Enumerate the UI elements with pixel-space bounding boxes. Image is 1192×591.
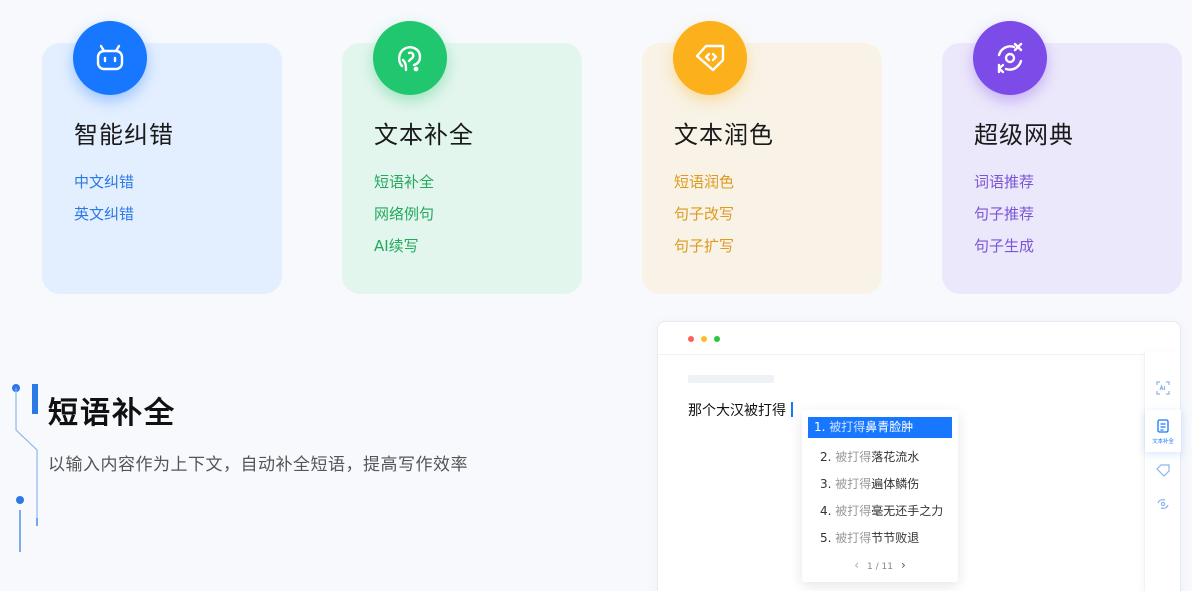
tool-label: 文本补全	[1152, 437, 1174, 445]
tool-rail: 文本补全	[1144, 352, 1181, 591]
tool-text-completion[interactable]: 文本补全	[1145, 410, 1181, 452]
feature-card-completion: 文本补全 短语补全 网络例句 AI续写	[342, 21, 582, 294]
card-title: 超级网典	[974, 121, 1074, 149]
suggestion-pager: ‹ 1 / 11 ›	[854, 558, 906, 572]
window-controls	[688, 336, 720, 342]
feature-card-polish: 文本润色 短语润色 句子改写 句子扩写	[642, 21, 882, 294]
suggestion-dropdown: 1. 被打得鼻青脸肿 2. 被打得落花流水 3. 被打得遍体鳞伤 4. 被打得毫…	[802, 410, 958, 582]
card-link-chinese-correction[interactable]: 中文纠错	[74, 166, 282, 198]
feature-card-dictionary: 超级网典 词语推荐 句子推荐 句子生成	[942, 21, 1182, 294]
demo-editor-window: 那个大汉被打得 1. 被打得鼻青脸肿 2. 被打得落花流水 3. 被打得遍体鳞伤…	[657, 321, 1181, 591]
card-title: 智能纠错	[74, 121, 174, 149]
window-close-dot	[688, 336, 694, 342]
divider	[658, 354, 1144, 355]
timeline-decoration	[12, 384, 38, 552]
transform-cycle-icon	[973, 21, 1047, 95]
document-icon	[1157, 418, 1169, 433]
card-link-web-examples[interactable]: 网络例句	[374, 198, 582, 230]
chevron-right-icon[interactable]: ›	[901, 558, 906, 572]
diamond-tag-icon	[673, 21, 747, 95]
scan-icon	[1156, 381, 1170, 395]
cycle-icon	[1157, 499, 1169, 509]
robot-face-icon	[73, 21, 147, 95]
window-maximize-dot	[714, 336, 720, 342]
card-link-phrase-polish[interactable]: 短语润色	[674, 166, 882, 198]
card-link-phrase-completion[interactable]: 短语补全	[374, 166, 582, 198]
card-title: 文本补全	[374, 121, 474, 149]
chevron-left-icon[interactable]: ‹	[854, 558, 859, 572]
tool-ai-scan[interactable]	[1145, 370, 1181, 406]
pager-current: 1	[867, 562, 873, 572]
tool-dictionary[interactable]	[1145, 486, 1181, 522]
suggestion-item[interactable]: 4. 被打得毫无还手之力	[808, 498, 952, 525]
diamond-icon	[1156, 464, 1170, 477]
speech-head-icon	[373, 21, 447, 95]
card-link-word-recommend[interactable]: 词语推荐	[974, 166, 1182, 198]
card-link-sentence-recommend[interactable]: 句子推荐	[974, 198, 1182, 230]
feature-card-correction: 智能纠错 中文纠错 英文纠错	[42, 21, 282, 294]
card-link-sentence-rewrite[interactable]: 句子改写	[674, 198, 882, 230]
card-link-english-correction[interactable]: 英文纠错	[74, 198, 282, 230]
pager-total: 11	[881, 562, 893, 572]
card-link-sentence-generate[interactable]: 句子生成	[974, 230, 1182, 262]
card-title: 文本润色	[674, 121, 774, 149]
suggestion-item[interactable]: 3. 被打得遍体鳞伤	[808, 471, 952, 498]
card-link-ai-continue[interactable]: AI续写	[374, 230, 582, 262]
suggestion-item[interactable]: 2. 被打得落花流水	[808, 444, 952, 471]
feature-description: 以输入内容作为上下文，自动补全短语，提高写作效率	[48, 455, 468, 475]
text-caret	[791, 402, 793, 417]
card-link-sentence-expand[interactable]: 句子扩写	[674, 230, 882, 262]
placeholder-bar	[688, 375, 774, 383]
tool-polish[interactable]	[1145, 452, 1181, 488]
feature-title: 短语补全	[48, 396, 176, 431]
suggestion-item[interactable]: 1. 被打得鼻青脸肿	[808, 417, 952, 438]
window-minimize-dot	[701, 336, 707, 342]
editor-text[interactable]: 那个大汉被打得	[688, 400, 793, 420]
suggestion-item[interactable]: 5. 被打得节节败退	[808, 525, 952, 552]
editor-content: 那个大汉被打得	[688, 403, 786, 419]
